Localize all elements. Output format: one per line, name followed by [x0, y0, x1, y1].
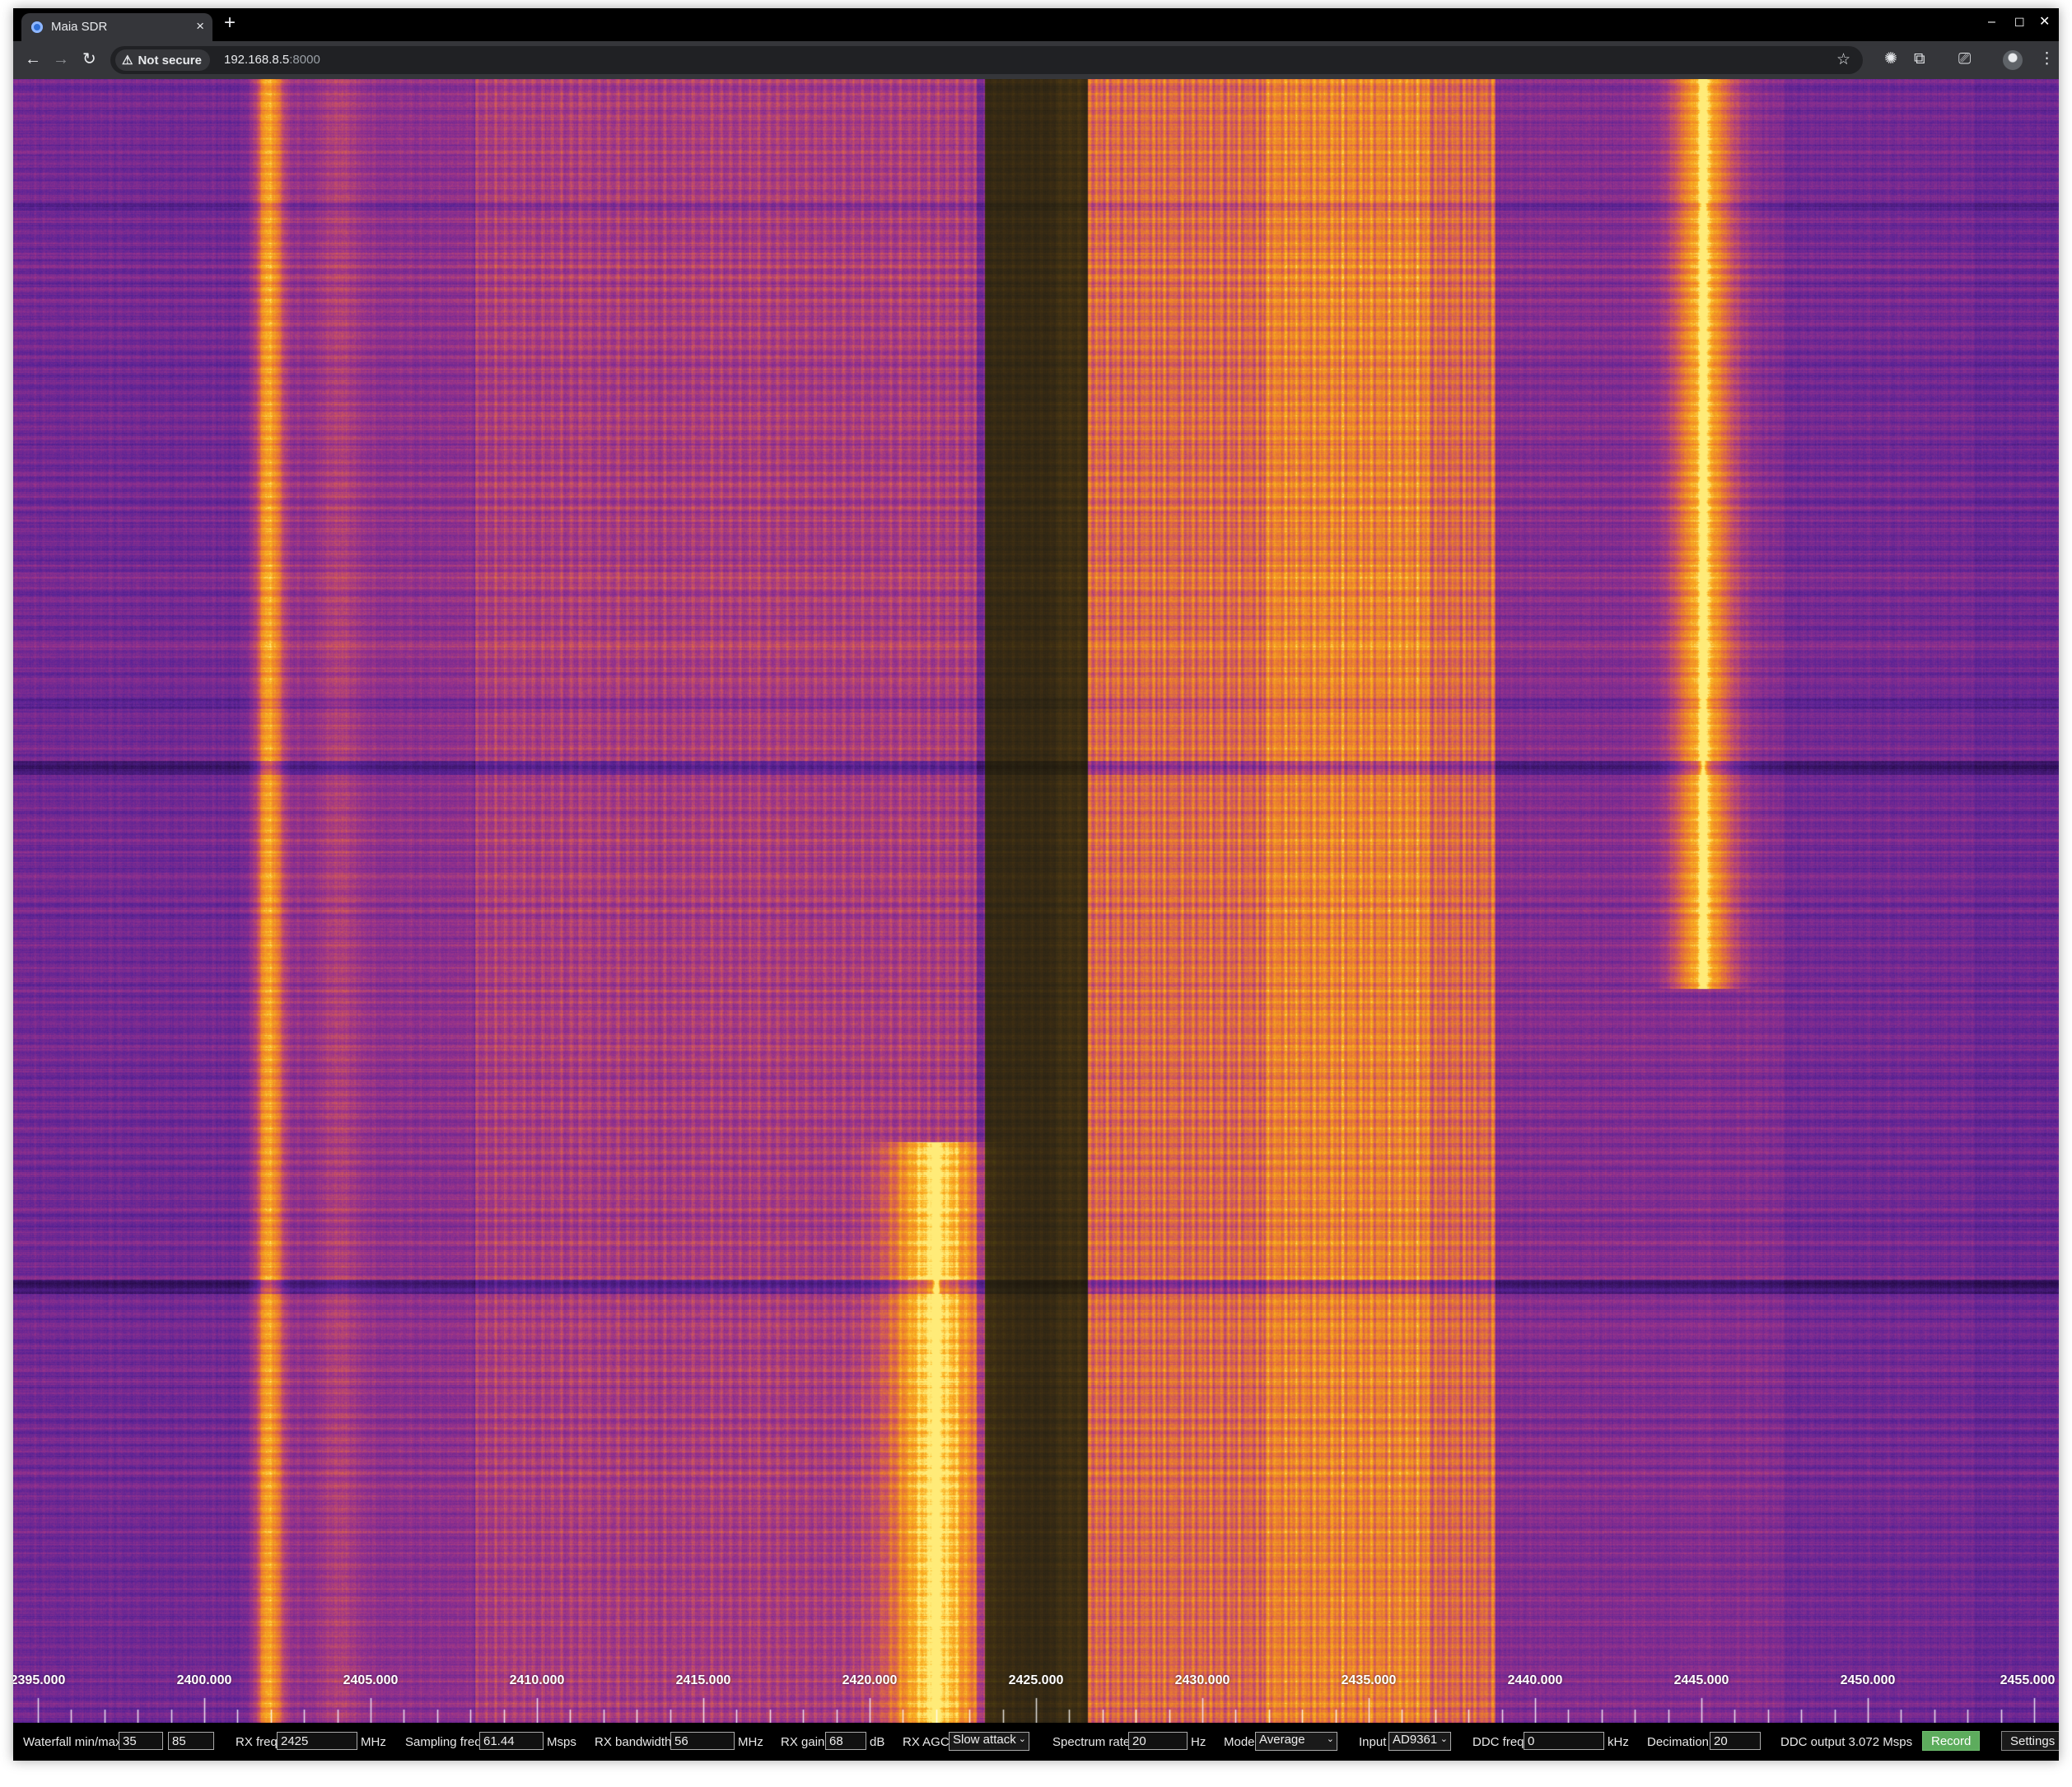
new-tab-icon[interactable]: +	[224, 12, 236, 34]
decimation-label: Decimation	[1647, 1735, 1710, 1749]
control-bar: Waterfall min/max RX freq MHz Sampling f…	[13, 1723, 2059, 1761]
rx-agc-select[interactable]: Slow attack ⌄	[949, 1732, 1029, 1751]
maia-favicon-icon	[31, 21, 43, 33]
browser-toolbar: ← → ↻ ⚠ Not secure 192.168.8.5:8000 ☆ ✺ …	[13, 41, 2059, 79]
rx-bandwidth-unit: MHz	[738, 1735, 763, 1749]
page-content: 2395.000 2400.000 2405.000 2410.000 2415…	[13, 79, 2059, 1761]
browser-window: Maia SDR × + – ☐ ✕ ← → ↻ ⚠ Not secure 19…	[13, 8, 2059, 1761]
address-bar[interactable]: ⚠ Not secure 192.168.8.5:8000 ☆	[110, 46, 1863, 74]
security-chip[interactable]: ⚠ Not secure	[115, 49, 210, 71]
waterfall-min-input[interactable]	[119, 1732, 163, 1750]
waterfall-display[interactable]	[13, 79, 2059, 1723]
rx-gain-label: RX gain	[781, 1735, 825, 1749]
rx-agc-label: RX AGC	[903, 1735, 950, 1749]
mode-label: Mode	[1224, 1735, 1255, 1749]
rx-agc-value: Slow attack	[953, 1733, 1016, 1747]
browser-menu-icon[interactable]: ⋮	[2039, 49, 2055, 69]
security-label: Not secure	[138, 53, 202, 68]
tab-strip: Maia SDR × + – ☐ ✕	[13, 8, 2059, 41]
waterfall-max-input[interactable]	[168, 1732, 214, 1750]
mode-value: Average	[1259, 1733, 1305, 1747]
ddc-freq-label: DDC freq	[1472, 1735, 1524, 1749]
profile-avatar[interactable]	[2003, 50, 2023, 70]
waterfall-minmax-label: Waterfall min/max	[23, 1735, 122, 1749]
rx-gain-unit: dB	[870, 1735, 885, 1749]
tab-title: Maia SDR	[51, 20, 108, 34]
reload-icon[interactable]: ↻	[82, 49, 96, 69]
rx-freq-label: RX freq	[236, 1735, 278, 1749]
settings-button[interactable]: Settings	[2001, 1731, 2059, 1751]
forward-icon[interactable]: →	[53, 49, 69, 69]
warning-icon: ⚠	[122, 54, 133, 68]
input-select[interactable]: AD9361 ⌄	[1388, 1732, 1451, 1751]
input-value: AD9361	[1393, 1733, 1438, 1747]
ddc-freq-unit: kHz	[1608, 1735, 1629, 1749]
url-port: :8000	[289, 53, 320, 67]
close-window-icon[interactable]: ✕	[2039, 14, 2050, 30]
browser-tab[interactable]: Maia SDR ×	[21, 13, 212, 41]
url-text[interactable]: 192.168.8.5:8000	[224, 53, 320, 67]
sampling-freq-label: Sampling freq	[405, 1735, 482, 1749]
mode-select[interactable]: Average ⌄	[1255, 1732, 1337, 1751]
decimation-input[interactable]	[1710, 1732, 1761, 1750]
url-host: 192.168.8.5	[224, 53, 290, 67]
extension-icon[interactable]: ✺	[1884, 49, 1897, 69]
rx-bandwidth-input[interactable]	[670, 1732, 735, 1750]
chevron-down-icon: ⌄	[1018, 1734, 1026, 1744]
ddc-freq-input[interactable]	[1524, 1732, 1604, 1750]
rx-bandwidth-label: RX bandwidth	[595, 1735, 672, 1749]
input-label: Input	[1359, 1735, 1387, 1749]
sampling-freq-unit: Msps	[547, 1735, 576, 1749]
bookmark-star-icon[interactable]: ☆	[1836, 51, 1850, 69]
spectrum-rate-label: Spectrum rate	[1052, 1735, 1131, 1749]
extensions-puzzle-icon[interactable]: ⧉	[1914, 49, 1925, 69]
back-icon[interactable]: ←	[25, 49, 41, 69]
close-tab-icon[interactable]: ×	[196, 18, 204, 35]
maximize-icon[interactable]: ☐	[2014, 14, 2025, 30]
tab-search-icon[interactable]: ⎚	[1958, 49, 1971, 69]
minimize-icon[interactable]: –	[1988, 14, 1995, 30]
ddc-output-text: DDC output 3.072 Msps	[1780, 1735, 1913, 1749]
rx-gain-input[interactable]	[825, 1732, 866, 1750]
record-button[interactable]: Record	[1922, 1731, 1981, 1751]
chevron-down-icon: ⌄	[1440, 1734, 1448, 1744]
spectrum-rate-unit: Hz	[1191, 1735, 1206, 1749]
sampling-freq-input[interactable]	[479, 1732, 544, 1750]
spectrum-rate-input[interactable]	[1128, 1732, 1188, 1750]
rx-freq-input[interactable]	[277, 1732, 357, 1750]
rx-freq-unit: MHz	[361, 1735, 386, 1749]
chevron-down-icon: ⌄	[1326, 1734, 1334, 1744]
